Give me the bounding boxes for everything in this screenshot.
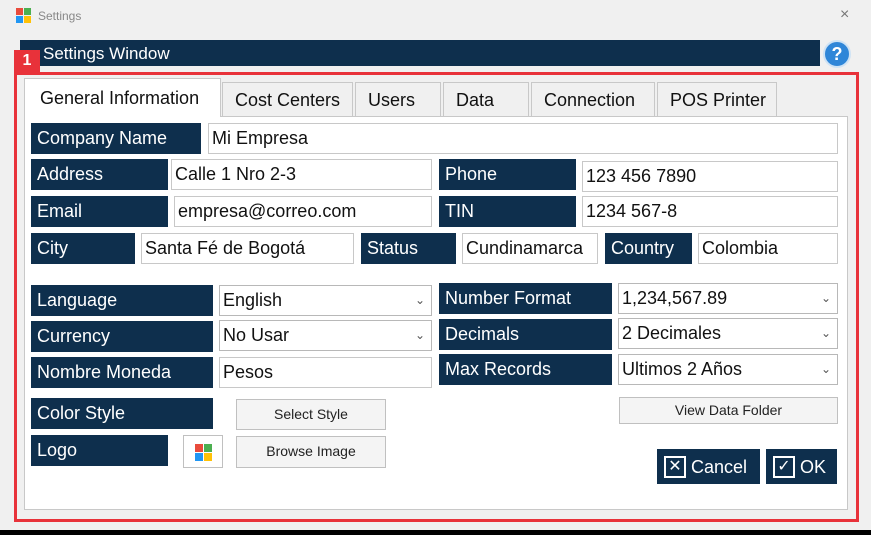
close-icon[interactable]: × bbox=[840, 6, 849, 24]
tab-general-information[interactable]: General Information bbox=[24, 78, 221, 117]
help-icon[interactable]: ? bbox=[823, 40, 851, 68]
highlight-box bbox=[14, 72, 859, 522]
annotation-badge: 1 bbox=[14, 50, 40, 72]
window-title: Settings bbox=[38, 9, 82, 23]
title-bar: Settings × bbox=[0, 0, 871, 32]
settings-window: Settings × Settings Window ? General Inf… bbox=[0, 0, 871, 530]
page-title: Settings Window bbox=[43, 44, 170, 63]
app-icon bbox=[16, 8, 32, 24]
